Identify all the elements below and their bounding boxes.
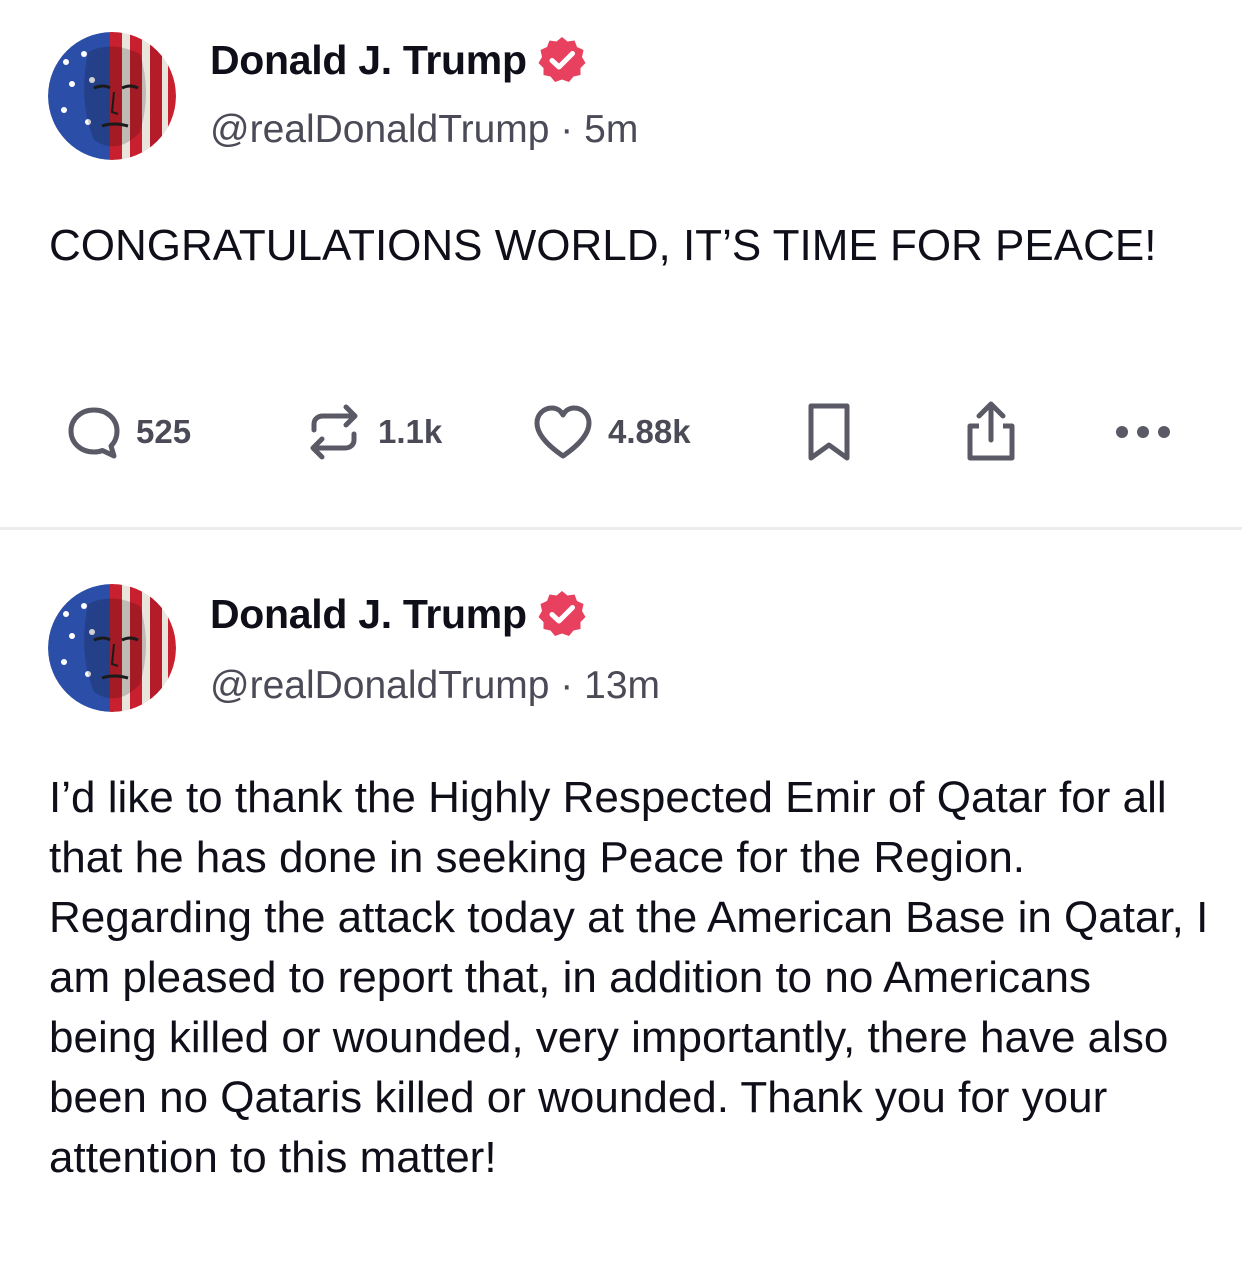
more-dots-icon [1116,426,1170,438]
author-row[interactable]: Donald J. Trump [210,586,587,642]
like-button[interactable]: 4.88k [532,398,691,466]
author-name[interactable]: Donald J. Trump [210,591,527,638]
post-timestamp[interactable]: 13m [584,664,660,707]
post-body: CONGRATULATIONS WORLD, IT’S TIME FOR PEA… [49,221,1157,270]
reply-count: 525 [136,413,192,450]
post-meta: @realDonaldTrump · 13m [210,664,660,708]
bookmark-button[interactable] [803,398,855,466]
meta-separator: · [560,108,585,151]
author-handle[interactable]: @realDonaldTrump [210,664,549,707]
heart-icon [534,405,592,459]
more-options-button[interactable] [1114,398,1176,466]
like-count: 4.88k [608,413,691,450]
author-row[interactable]: Donald J. Trump [210,32,587,88]
avatar-portrait-image [48,32,176,160]
comment-bubble-icon [68,407,120,459]
post-meta: @realDonaldTrump · 5m [210,108,638,152]
post[interactable]: Donald J. Trump @realDonaldTrump · 13m I… [0,530,1242,1270]
avatar[interactable] [48,32,176,160]
avatar-portrait-image [48,584,176,712]
author-handle[interactable]: @realDonaldTrump [210,108,549,151]
share-upload-icon [967,401,1015,461]
reply-button[interactable]: 525 [66,398,191,466]
bookmark-icon [808,403,850,461]
avatar[interactable] [48,584,176,712]
repost-arrows-icon [310,404,358,460]
post[interactable]: Donald J. Trump @realDonaldTrump · 5m CO… [0,0,1242,528]
author-name[interactable]: Donald J. Trump [210,37,527,84]
post-timestamp[interactable]: 5m [584,108,638,151]
verified-badge-icon [537,589,587,639]
repost-button[interactable]: 1.1k [304,398,442,466]
post-body: I’d like to thank the Highly Respected E… [49,773,1209,1182]
meta-separator: · [560,664,585,707]
verified-badge-icon [537,35,587,85]
post-actions: 525 1.1k 4.88k [0,398,1242,466]
repost-count: 1.1k [378,413,443,450]
share-button[interactable] [962,398,1020,466]
